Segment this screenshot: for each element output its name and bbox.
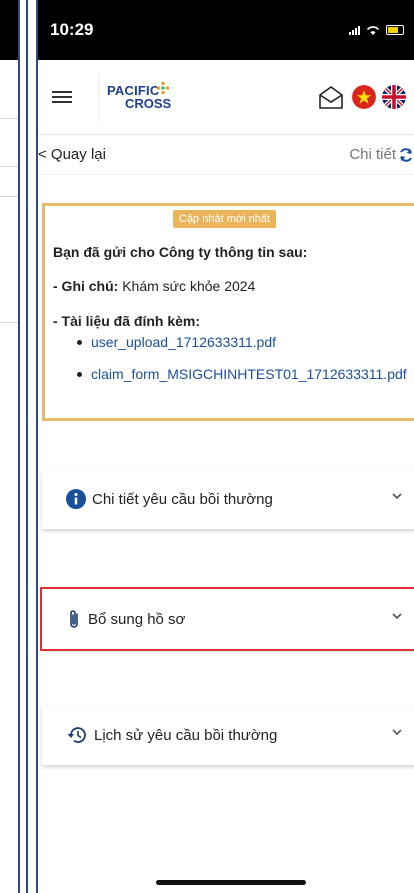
attachment-link[interactable]: user_upload_1712633311.pdf — [75, 332, 414, 352]
vietnam-flag-icon[interactable] — [352, 85, 376, 109]
home-indicator[interactable] — [156, 880, 306, 885]
chevron-down-icon — [392, 613, 402, 620]
divider — [20, 0, 36, 893]
attachment-link[interactable]: claim_form_MSIGCHINHTEST01_1712633311.pd… — [75, 364, 414, 384]
note-line: - Ghi chú: Khám sức khỏe 2024 — [53, 278, 255, 294]
logo-word-2: CROSS — [125, 96, 172, 111]
status-bar: 10:29 — [38, 0, 414, 60]
refresh-icon — [400, 147, 412, 162]
back-link[interactable]: < Quay lại — [38, 146, 106, 163]
chevron-down-icon — [392, 493, 402, 500]
detail-link[interactable]: Chi tiết — [349, 146, 414, 163]
attachments-list: user_upload_1712633311.pdf claim_form_MS… — [75, 332, 414, 396]
latest-update-badge: Cập nhật mới nhất — [173, 210, 276, 228]
supplement-documents-section[interactable]: Bổ sung hồ sơ — [40, 587, 414, 651]
navigation-bar: < Quay lại Chi tiết — [38, 135, 414, 175]
system-icons — [349, 25, 404, 36]
attachments-label: - Tài liệu đã đính kèm: — [53, 313, 201, 329]
claim-details-section[interactable]: Chi tiết yêu cầu bồi thường — [42, 469, 414, 529]
battery-icon — [386, 25, 404, 35]
logo-cross-icon — [157, 82, 169, 94]
status-time: 10:29 — [50, 20, 94, 39]
screen: 10:29 PACIFIC CROSS < Quay lại Chi tiết … — [0, 0, 414, 893]
brand-logo[interactable]: PACIFIC CROSS — [98, 72, 171, 122]
summary-title: Bạn đã gửi cho Công ty thông tin sau: — [53, 244, 308, 260]
wifi-icon — [366, 25, 380, 35]
submission-summary-box: Cập nhật mới nhất Bạn đã gửi cho Công ty… — [42, 203, 414, 421]
previous-screen-edge — [0, 0, 20, 893]
paperclip-icon — [70, 610, 78, 628]
section-label: Chi tiết yêu cầu bồi thường — [92, 490, 273, 508]
claim-history-section[interactable]: Lịch sử yêu cầu bồi thường — [42, 705, 414, 765]
hamburger-menu-icon[interactable] — [52, 88, 72, 106]
section-label: Bổ sung hồ sơ — [88, 610, 186, 628]
phone-screen: 10:29 PACIFIC CROSS < Quay lại Chi tiết … — [36, 0, 414, 893]
uk-flag-icon[interactable] — [382, 85, 406, 109]
app-header: PACIFIC CROSS — [38, 60, 414, 135]
note-value: Khám sức khỏe 2024 — [118, 278, 256, 294]
signal-icon — [349, 25, 360, 35]
detail-label: Chi tiết — [349, 146, 396, 163]
note-label: - Ghi chú: — [53, 278, 119, 294]
history-icon — [67, 727, 86, 743]
chevron-down-icon — [392, 729, 402, 736]
inbox-icon[interactable] — [316, 82, 346, 112]
info-icon — [66, 489, 86, 509]
section-label: Lịch sử yêu cầu bồi thường — [94, 726, 278, 744]
